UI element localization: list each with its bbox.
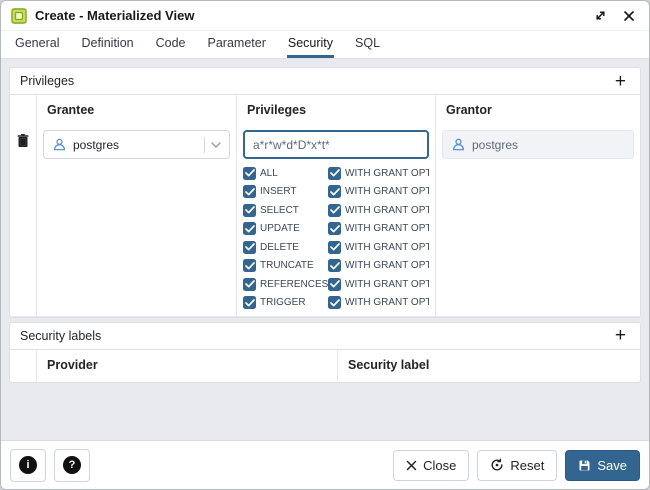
privilege-row-all: ALL WITH GRANT OPTION [243, 166, 429, 180]
privilege-checkbox-truncate[interactable] [243, 259, 256, 272]
column-header-grantee: Grantee [37, 95, 237, 124]
column-header-security-label: Security label [338, 350, 640, 382]
grantor-value: postgres [472, 138, 518, 152]
with-grant-label: WITH GRANT OPTION [345, 168, 429, 179]
save-button-label: Save [597, 458, 627, 473]
grantee-value: postgres [73, 138, 119, 152]
with-grant-checkbox-all[interactable] [328, 167, 341, 180]
privileges-grid-header: Grantee Privileges Grantor [10, 95, 640, 124]
privileges-grid: Grantee Privileges Grantor [10, 94, 640, 317]
add-security-label-button[interactable]: + [611, 326, 630, 345]
security-labels-grid: Provider Security label [10, 349, 640, 382]
reset-button-label: Reset [510, 458, 544, 473]
dialog-footer: i ? Close Reset [1, 440, 649, 489]
close-button-label: Close [423, 458, 456, 473]
privilege-checkbox-references[interactable] [243, 278, 256, 291]
privilege-checkbox-insert[interactable] [243, 185, 256, 198]
privilege-row-references: REFERENCES WITH GRANT OPTION [243, 277, 429, 291]
security-labels-grid-header: Provider Security label [10, 350, 640, 382]
maximize-button[interactable] [590, 7, 611, 24]
user-icon [52, 137, 67, 152]
security-labels-section-title: Security labels [20, 329, 101, 343]
privilege-row-truncate: TRUNCATE WITH GRANT OPTION [243, 259, 429, 273]
privilege-label: DELETE [260, 242, 299, 253]
privilege-label: REFERENCES [260, 279, 328, 290]
tab-parameter[interactable]: Parameter [207, 31, 267, 58]
privilege-checkbox-trigger[interactable] [243, 296, 256, 309]
with-grant-checkbox-references[interactable] [328, 278, 341, 291]
close-window-button[interactable] [619, 8, 639, 24]
with-grant-checkbox-select[interactable] [328, 204, 341, 217]
privileges-section-header: Privileges + [10, 68, 640, 94]
privileges-grid-row: postgres [10, 124, 640, 317]
privilege-row-update: UPDATE WITH GRANT OPTION [243, 222, 429, 236]
chevron-down-icon [211, 142, 221, 148]
column-header-grantor: Grantor [436, 95, 640, 124]
with-grant-label: WITH GRANT OPTION [345, 279, 429, 290]
tab-general[interactable]: General [14, 31, 60, 58]
with-grant-label: WITH GRANT OPTION [345, 297, 429, 308]
grantor-field: postgres [442, 130, 634, 159]
delete-row-icon[interactable] [17, 134, 29, 316]
with-grant-checkbox-update[interactable] [328, 222, 341, 235]
privileges-section-title: Privileges [20, 74, 74, 88]
privilege-label: TRIGGER [260, 297, 306, 308]
materialized-view-icon [11, 8, 27, 24]
privileges-input[interactable] [243, 130, 429, 159]
close-icon [623, 10, 635, 22]
add-privilege-button[interactable]: + [611, 72, 630, 91]
privilege-row-delete: DELETE WITH GRANT OPTION [243, 240, 429, 254]
privilege-checkbox-update[interactable] [243, 222, 256, 235]
security-labels-section: Security labels + Provider Security labe… [9, 322, 641, 383]
info-icon: i [19, 456, 37, 474]
privilege-row-insert: INSERT WITH GRANT OPTION [243, 185, 429, 199]
user-icon [451, 137, 466, 152]
help-icon: ? [63, 456, 81, 474]
reset-icon [490, 458, 504, 472]
with-grant-checkbox-delete[interactable] [328, 241, 341, 254]
info-button[interactable]: i [10, 449, 46, 482]
close-button[interactable]: Close [393, 450, 469, 481]
privilege-label: INSERT [260, 186, 297, 197]
privilege-label: SELECT [260, 205, 299, 216]
dialog-tabs: General Definition Code Parameter Securi… [1, 31, 649, 59]
create-materialized-view-dialog: Create - Materialized View General Defin… [0, 0, 650, 490]
maximize-icon [594, 9, 607, 22]
tab-sql[interactable]: SQL [354, 31, 381, 58]
with-grant-label: WITH GRANT OPTION [345, 205, 429, 216]
security-labels-section-header: Security labels + [10, 323, 640, 349]
privilege-checkbox-all[interactable] [243, 167, 256, 180]
column-header-privileges: Privileges [237, 95, 436, 124]
save-button[interactable]: Save [565, 450, 640, 481]
close-x-icon [406, 460, 417, 471]
dialog-title: Create - Materialized View [35, 8, 194, 23]
save-icon [578, 459, 591, 472]
with-grant-checkbox-insert[interactable] [328, 185, 341, 198]
privilege-row-select: SELECT WITH GRANT OPTION [243, 203, 429, 217]
with-grant-label: WITH GRANT OPTION [345, 186, 429, 197]
dialog-titlebar: Create - Materialized View [1, 1, 649, 31]
tab-code[interactable]: Code [155, 31, 187, 58]
privilege-checkbox-delete[interactable] [243, 241, 256, 254]
tab-definition[interactable]: Definition [80, 31, 134, 58]
reset-button[interactable]: Reset [477, 450, 557, 481]
privilege-checkbox-select[interactable] [243, 204, 256, 217]
privilege-checkbox-list: ALL WITH GRANT OPTION INSER [243, 166, 429, 310]
with-grant-checkbox-trigger[interactable] [328, 296, 341, 309]
privilege-label: ALL [260, 168, 278, 179]
with-grant-label: WITH GRANT OPTION [345, 260, 429, 271]
with-grant-label: WITH GRANT OPTION [345, 242, 429, 253]
grantee-select[interactable]: postgres [43, 130, 230, 159]
privilege-label: UPDATE [260, 223, 300, 234]
tab-security[interactable]: Security [287, 31, 334, 58]
column-header-provider: Provider [37, 350, 338, 382]
with-grant-checkbox-truncate[interactable] [328, 259, 341, 272]
help-button[interactable]: ? [54, 449, 90, 482]
with-grant-label: WITH GRANT OPTION [345, 223, 429, 234]
privilege-row-trigger: TRIGGER WITH GRANT OPTION [243, 296, 429, 310]
security-tab-panel: Privileges + Grantee Privileges Grantor [1, 59, 649, 440]
privileges-section: Privileges + Grantee Privileges Grantor [9, 67, 641, 318]
privilege-label: TRUNCATE [260, 260, 314, 271]
